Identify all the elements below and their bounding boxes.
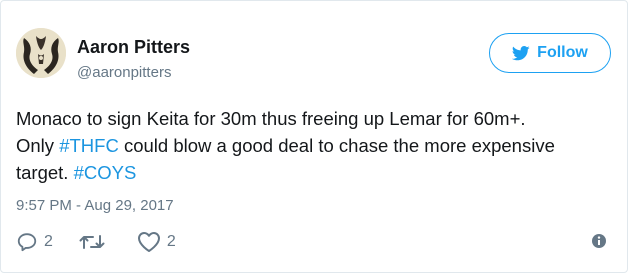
reply-count: 2: [44, 233, 53, 250]
follow-button[interactable]: Follow: [489, 33, 611, 73]
retweet-button[interactable]: [79, 231, 111, 253]
like-count: 2: [166, 233, 176, 250]
follow-label: Follow: [537, 44, 588, 61]
tweet-text-segment: Only: [16, 135, 60, 156]
retweet-icon: [79, 235, 105, 249]
tweet-timestamp[interactable]: 9:57 PM - Aug 29, 2017: [16, 197, 174, 214]
tweet-text: Monaco to sign Keita for 30m thus freein…: [16, 105, 616, 186]
avatar-image: [16, 28, 66, 78]
tweet-actions: 2 2: [16, 230, 202, 254]
tweet-card: Aaron Pitters @aaronpitters Follow Monac…: [0, 0, 628, 273]
twitter-bird-icon: [512, 45, 530, 60]
tweet-line-3: target. #COYS: [16, 159, 616, 186]
hashtag-thfc-link[interactable]: #THFC: [59, 135, 119, 156]
tweet-line-2: Only #THFC could blow a good deal to cha…: [16, 132, 616, 159]
heart-icon: [137, 232, 160, 252]
tweet-line-1: Monaco to sign Keita for 30m thus freein…: [16, 108, 526, 129]
user-avatar[interactable]: [16, 28, 66, 78]
user-handle[interactable]: @aaronpitters: [77, 64, 171, 81]
reply-button[interactable]: 2: [16, 231, 53, 253]
tweet-text-segment: could blow a good deal to chase the more…: [118, 135, 555, 156]
hashtag-coys-link[interactable]: #COYS: [74, 162, 137, 183]
info-icon[interactable]: [591, 233, 607, 249]
reply-icon: [17, 233, 37, 252]
user-name[interactable]: Aaron Pitters: [77, 37, 190, 58]
tweet-text-segment: target.: [16, 162, 74, 183]
like-button[interactable]: 2: [137, 231, 176, 253]
